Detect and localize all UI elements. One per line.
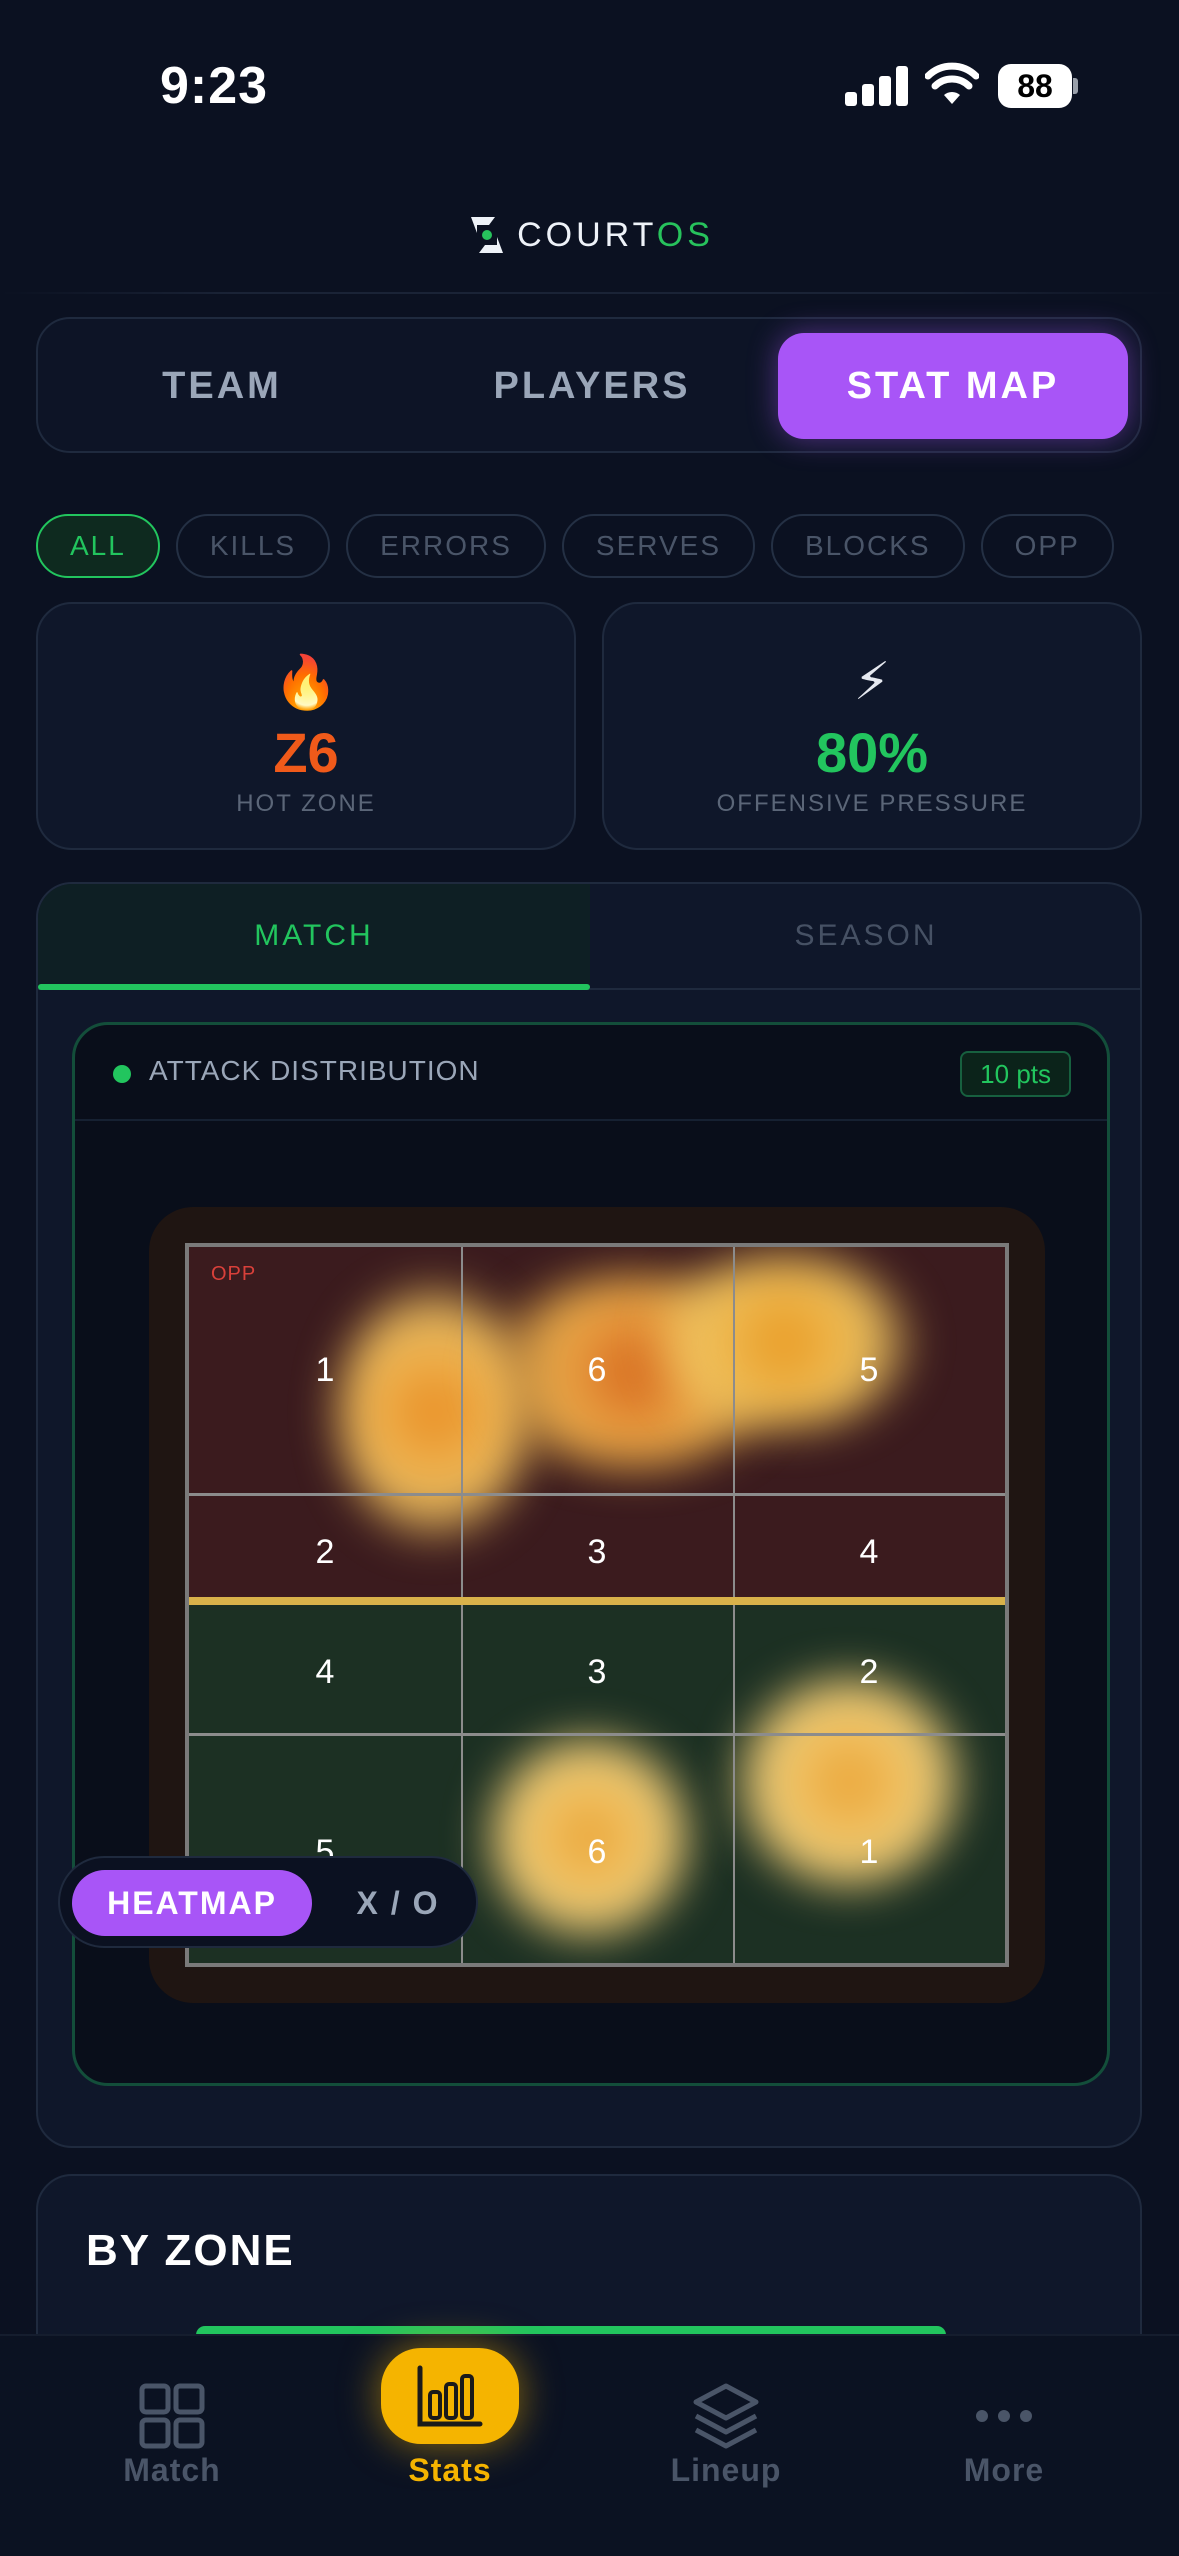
opp-label: OPP [211,1263,257,1285]
heat-blob [659,1257,909,1427]
layers-icon [693,2383,759,2449]
zone-opp-5: 5 [859,1351,879,1389]
zone-us-3: 3 [587,1653,607,1691]
nav-lineup-label: Lineup [670,2452,782,2488]
hot-zone-label: HOT ZONE [236,790,376,817]
heat-blob [339,1287,529,1537]
fire-icon: 🔥 [273,654,339,712]
attack-distribution-header: ATTACK DISTRIBUTION 10 pts [75,1025,1107,1121]
view-segmented-control: TEAM PLAYERS STAT MAP [36,317,1142,453]
offensive-pressure-card: ⚡ 80% OFFENSIVE PRESSURE [602,602,1142,850]
zone-opp-1: 1 [315,1351,335,1389]
app-logo: COURTOS [0,200,1179,270]
stat-map-panel: MATCH SEASON ATTACK DISTRIBUTION 10 pts [36,882,1142,2148]
view-mode-toggle: HEATMAP X / O [58,1856,478,1948]
hot-zone-card: 🔥 Z6 HOT ZONE [36,602,576,850]
by-zone-title: BY ZONE [86,2226,295,2275]
tab-players[interactable]: PLAYERS [422,333,762,439]
filter-opp[interactable]: OPP [980,514,1114,578]
courtos-logo-icon [471,217,504,253]
attack-distribution-title: ATTACK DISTRIBUTION [149,1055,480,1086]
filter-errors[interactable]: ERRORS [346,514,546,578]
bar-chart-icon [417,2365,483,2427]
heatmap-button[interactable]: HEATMAP [72,1870,312,1936]
cellular-signal-icon [845,66,909,106]
tab-season[interactable]: SEASON [590,884,1140,988]
header-divider [0,292,1179,294]
status-time: 9:23 [160,57,269,115]
status-bar: 9:23 88 [0,0,1179,175]
nav-more-label: More [963,2452,1045,2488]
points-badge: 10 pts [960,1051,1071,1097]
zone-opp-4: 4 [859,1533,879,1571]
tab-stat-map[interactable]: STAT MAP [778,333,1128,439]
nav-more[interactable]: More [904,2336,1104,2536]
battery-level: 88 [998,64,1072,108]
net-line [189,1597,1005,1605]
filter-all[interactable]: ALL [36,514,160,578]
period-tabs: MATCH SEASON [38,884,1140,990]
zone-opp-6: 6 [587,1351,607,1389]
offensive-pressure-label: OFFENSIVE PRESSURE [716,790,1028,817]
nav-stats-label: Stats [408,2452,492,2488]
lightning-icon: ⚡ [853,653,891,711]
filter-blocks[interactable]: BLOCKS [771,514,965,578]
bottom-navigation: Match Stats Lineup More [0,2334,1179,2556]
filter-chips: ALL KILLS ERRORS SERVES BLOCKS OPP [36,514,1114,578]
tab-match[interactable]: MATCH [38,884,590,990]
grid-icon [139,2383,205,2449]
zone-us-4: 4 [315,1653,335,1691]
more-dots-icon [976,2410,1032,2422]
wifi-icon [925,62,979,104]
zone-us-2: 2 [859,1653,879,1691]
nav-match-label: Match [123,2452,221,2488]
hot-zone-value: Z6 [273,721,339,784]
offensive-pressure-value: 80% [815,721,929,784]
zone-opp-2: 2 [315,1533,335,1571]
app-name: COURTOS [517,215,714,254]
live-dot-icon [113,1065,131,1083]
battery-icon: 88 [998,64,1078,108]
nav-stats[interactable]: Stats [350,2336,550,2536]
zone-us-1: 1 [859,1833,879,1871]
tab-team[interactable]: TEAM [52,333,392,439]
filter-kills[interactable]: KILLS [175,514,331,578]
nav-match[interactable]: Match [72,2336,272,2536]
xo-button[interactable]: X / O [328,1870,468,1936]
zone-opp-3: 3 [587,1533,607,1571]
filter-serves[interactable]: SERVES [561,514,755,578]
nav-lineup[interactable]: Lineup [626,2336,826,2536]
zone-us-6: 6 [587,1833,607,1871]
